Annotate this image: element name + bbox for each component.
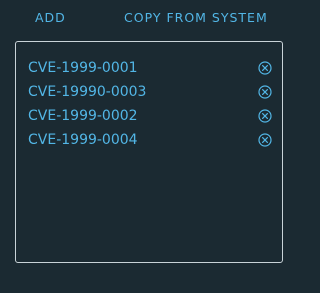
copy-from-system-button[interactable]: COPY FROM SYSTEM (124, 10, 268, 25)
remove-item-button[interactable] (258, 109, 272, 123)
cve-list-box: CVE-1999-0001 CVE-19990-0003 CVE-1999-00… (15, 41, 283, 263)
cve-list: CVE-1999-0001 CVE-19990-0003 CVE-1999-00… (16, 56, 282, 152)
list-item: CVE-1999-0004 (16, 128, 282, 152)
add-button[interactable]: ADD (35, 10, 66, 25)
toolbar: ADD COPY FROM SYSTEM (0, 0, 309, 36)
remove-item-button[interactable] (258, 61, 272, 75)
cve-id-label: CVE-19990-0003 (28, 84, 147, 100)
list-item: CVE-1999-0001 (16, 56, 282, 80)
circle-x-icon (258, 85, 272, 99)
circle-x-icon (258, 109, 272, 123)
list-item: CVE-19990-0003 (16, 80, 282, 104)
circle-x-icon (258, 61, 272, 75)
cve-id-label: CVE-1999-0004 (28, 132, 138, 148)
cve-id-label: CVE-1999-0002 (28, 108, 138, 124)
list-item: CVE-1999-0002 (16, 104, 282, 128)
remove-item-button[interactable] (258, 85, 272, 99)
cve-id-label: CVE-1999-0001 (28, 60, 138, 76)
remove-item-button[interactable] (258, 133, 272, 147)
circle-x-icon (258, 133, 272, 147)
